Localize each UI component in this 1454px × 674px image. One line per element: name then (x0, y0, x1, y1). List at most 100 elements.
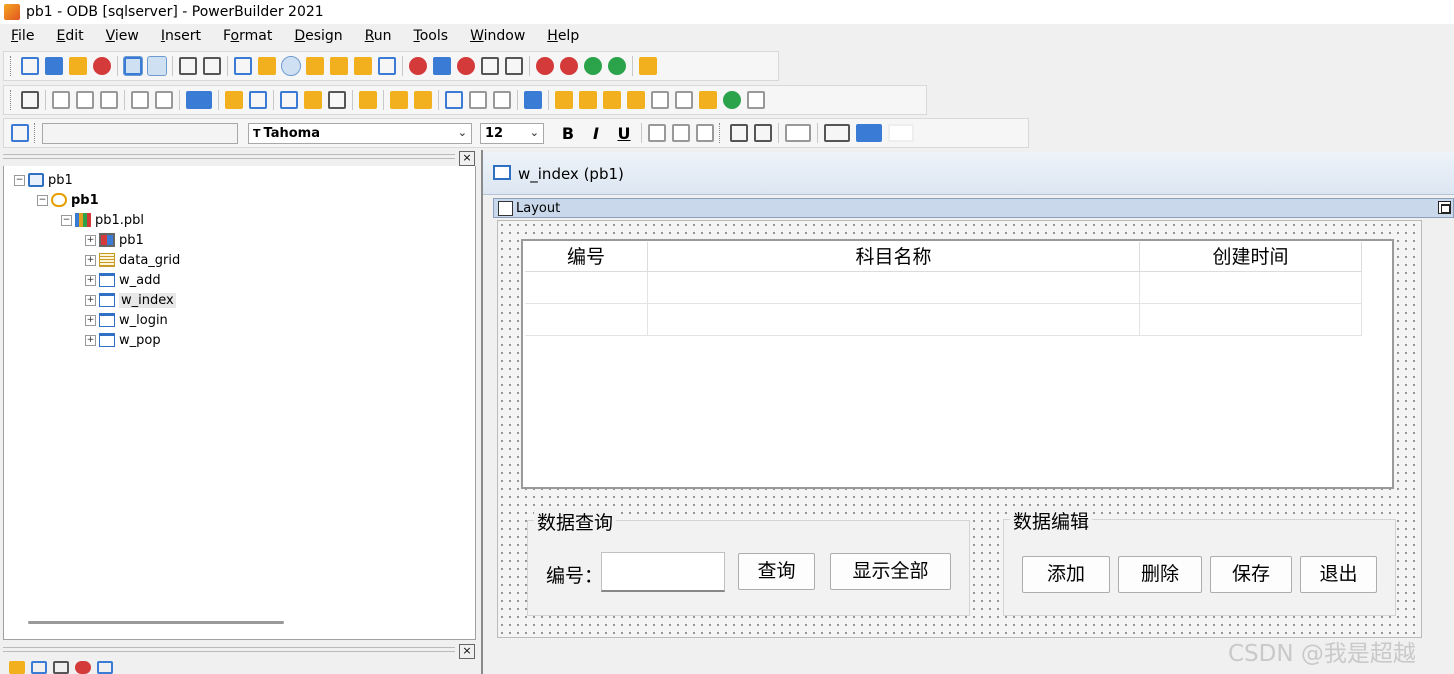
open-icon[interactable] (9, 661, 25, 674)
menu-view[interactable]: View (95, 28, 150, 44)
select-all-icon[interactable] (359, 91, 377, 109)
sync-icon[interactable] (524, 91, 542, 109)
server2-icon[interactable] (505, 57, 523, 75)
chevron-down-icon[interactable]: ⌄ (530, 126, 539, 139)
undo-icon[interactable] (131, 91, 149, 109)
command-icon[interactable] (186, 91, 212, 109)
preview-icon[interactable] (249, 91, 267, 109)
collapse-icon[interactable]: − (61, 214, 72, 226)
tree-object[interactable]: + w_index (85, 290, 176, 310)
datawindow-icon[interactable] (281, 56, 301, 76)
id-input[interactable] (601, 552, 725, 592)
folder-search-icon[interactable] (258, 57, 276, 75)
clipboard-red-icon[interactable] (555, 91, 573, 109)
tab-order-icon[interactable] (280, 91, 298, 109)
save-icon[interactable] (21, 91, 39, 109)
align-right-icon[interactable] (696, 124, 714, 142)
grid-cell[interactable] (1140, 304, 1362, 336)
tree-object[interactable]: + pb1 (85, 230, 144, 250)
properties-icon[interactable] (390, 91, 408, 109)
browse-icon[interactable] (31, 661, 47, 674)
new-object-icon[interactable] (225, 91, 243, 109)
script-icon[interactable] (414, 91, 432, 109)
menu-tools[interactable]: Tools (403, 28, 460, 44)
menu-insert[interactable]: Insert (150, 28, 212, 44)
grid-cell[interactable] (648, 304, 1140, 336)
clipboard-yellow-icon[interactable] (699, 91, 717, 109)
menu-format[interactable]: Format (212, 28, 283, 44)
cut-icon[interactable] (52, 91, 70, 109)
bold-button[interactable]: B (557, 124, 579, 143)
save-button[interactable]: 保存 (1210, 556, 1292, 593)
close-icon[interactable] (328, 91, 346, 109)
database-icon[interactable] (330, 57, 348, 75)
tree-object[interactable]: + data_grid (85, 250, 180, 270)
paste-icon[interactable] (100, 91, 118, 109)
expand-icon[interactable]: + (85, 234, 96, 246)
server-icon[interactable] (481, 57, 499, 75)
collapse-icon[interactable]: − (14, 174, 25, 186)
find-next-icon[interactable] (469, 91, 487, 109)
query-button[interactable]: 查询 (738, 553, 815, 590)
painter-tab[interactable]: w_index (pb1) (483, 152, 1454, 195)
object-icon[interactable] (93, 57, 111, 75)
text-color-icon[interactable] (824, 124, 850, 142)
inherit-icon[interactable] (45, 57, 63, 75)
library-painter-icon[interactable] (123, 56, 143, 76)
text-input[interactable] (42, 122, 238, 144)
edit-icon[interactable] (97, 661, 113, 674)
expand-icon[interactable]: + (85, 334, 96, 346)
tree-target[interactable]: − pb1 (37, 190, 99, 210)
delete-icon[interactable] (75, 661, 91, 674)
align-center-icon[interactable] (672, 124, 690, 142)
menu-window[interactable]: Window (459, 28, 536, 44)
toolbar-grip[interactable] (10, 56, 14, 76)
properties-icon[interactable] (53, 661, 69, 674)
clipboard-list-icon[interactable] (747, 91, 765, 109)
grid-cell[interactable] (525, 304, 648, 336)
toolbar-grip[interactable] (719, 123, 723, 143)
send-back-icon[interactable] (754, 124, 772, 142)
close-icon[interactable]: × (459, 151, 475, 166)
upload-icon[interactable] (147, 56, 167, 76)
expand-icon[interactable]: + (85, 274, 96, 286)
chevron-down-icon[interactable]: ⌄ (458, 126, 467, 139)
horizontal-scrollbar[interactable] (28, 621, 284, 624)
menu-help[interactable]: Help (536, 28, 590, 44)
replace-icon[interactable] (493, 91, 511, 109)
clipboard-function-icon[interactable] (627, 91, 645, 109)
chart-icon[interactable] (306, 57, 324, 75)
tree-workspace[interactable]: − pb1 (14, 170, 73, 190)
style-icon[interactable] (11, 124, 29, 142)
exit-icon[interactable] (639, 57, 657, 75)
clipboard-sql-icon[interactable] (579, 91, 597, 109)
deploy-icon[interactable] (203, 57, 221, 75)
close-icon[interactable]: × (459, 644, 475, 659)
border-icon[interactable] (785, 124, 811, 142)
build-icon[interactable] (179, 57, 197, 75)
clipboard-icon[interactable] (603, 91, 621, 109)
grid-cell[interactable] (648, 272, 1140, 304)
monitor-debug-icon[interactable] (457, 57, 475, 75)
font-size-combo[interactable]: 12 ⌄ (480, 122, 544, 144)
show-all-button[interactable]: 显示全部 (830, 553, 951, 590)
debug-select-icon[interactable] (560, 57, 578, 75)
clipboard-copy-icon[interactable] (675, 91, 693, 109)
clipboard-green-icon[interactable] (723, 91, 741, 109)
color-picker-icon[interactable] (888, 124, 914, 142)
menu-edit[interactable]: Edit (45, 28, 94, 44)
panel-grip[interactable] (3, 647, 455, 652)
datawindow-grid[interactable]: 编号 科目名称 创建时间 (521, 239, 1394, 489)
tree-object[interactable]: + w_login (85, 310, 168, 330)
tree-library[interactable]: − pb1.pbl (61, 210, 144, 230)
clipboard-share-icon[interactable] (651, 91, 669, 109)
maximize-icon[interactable] (1438, 201, 1451, 214)
run-icon[interactable] (584, 57, 602, 75)
list-icon[interactable] (234, 57, 252, 75)
new-icon[interactable] (21, 57, 39, 75)
preview-window-icon[interactable] (304, 91, 322, 109)
monitor-red-icon[interactable] (409, 57, 427, 75)
bring-front-icon[interactable] (730, 124, 748, 142)
open-icon[interactable] (69, 57, 87, 75)
align-left-icon[interactable] (648, 124, 666, 142)
